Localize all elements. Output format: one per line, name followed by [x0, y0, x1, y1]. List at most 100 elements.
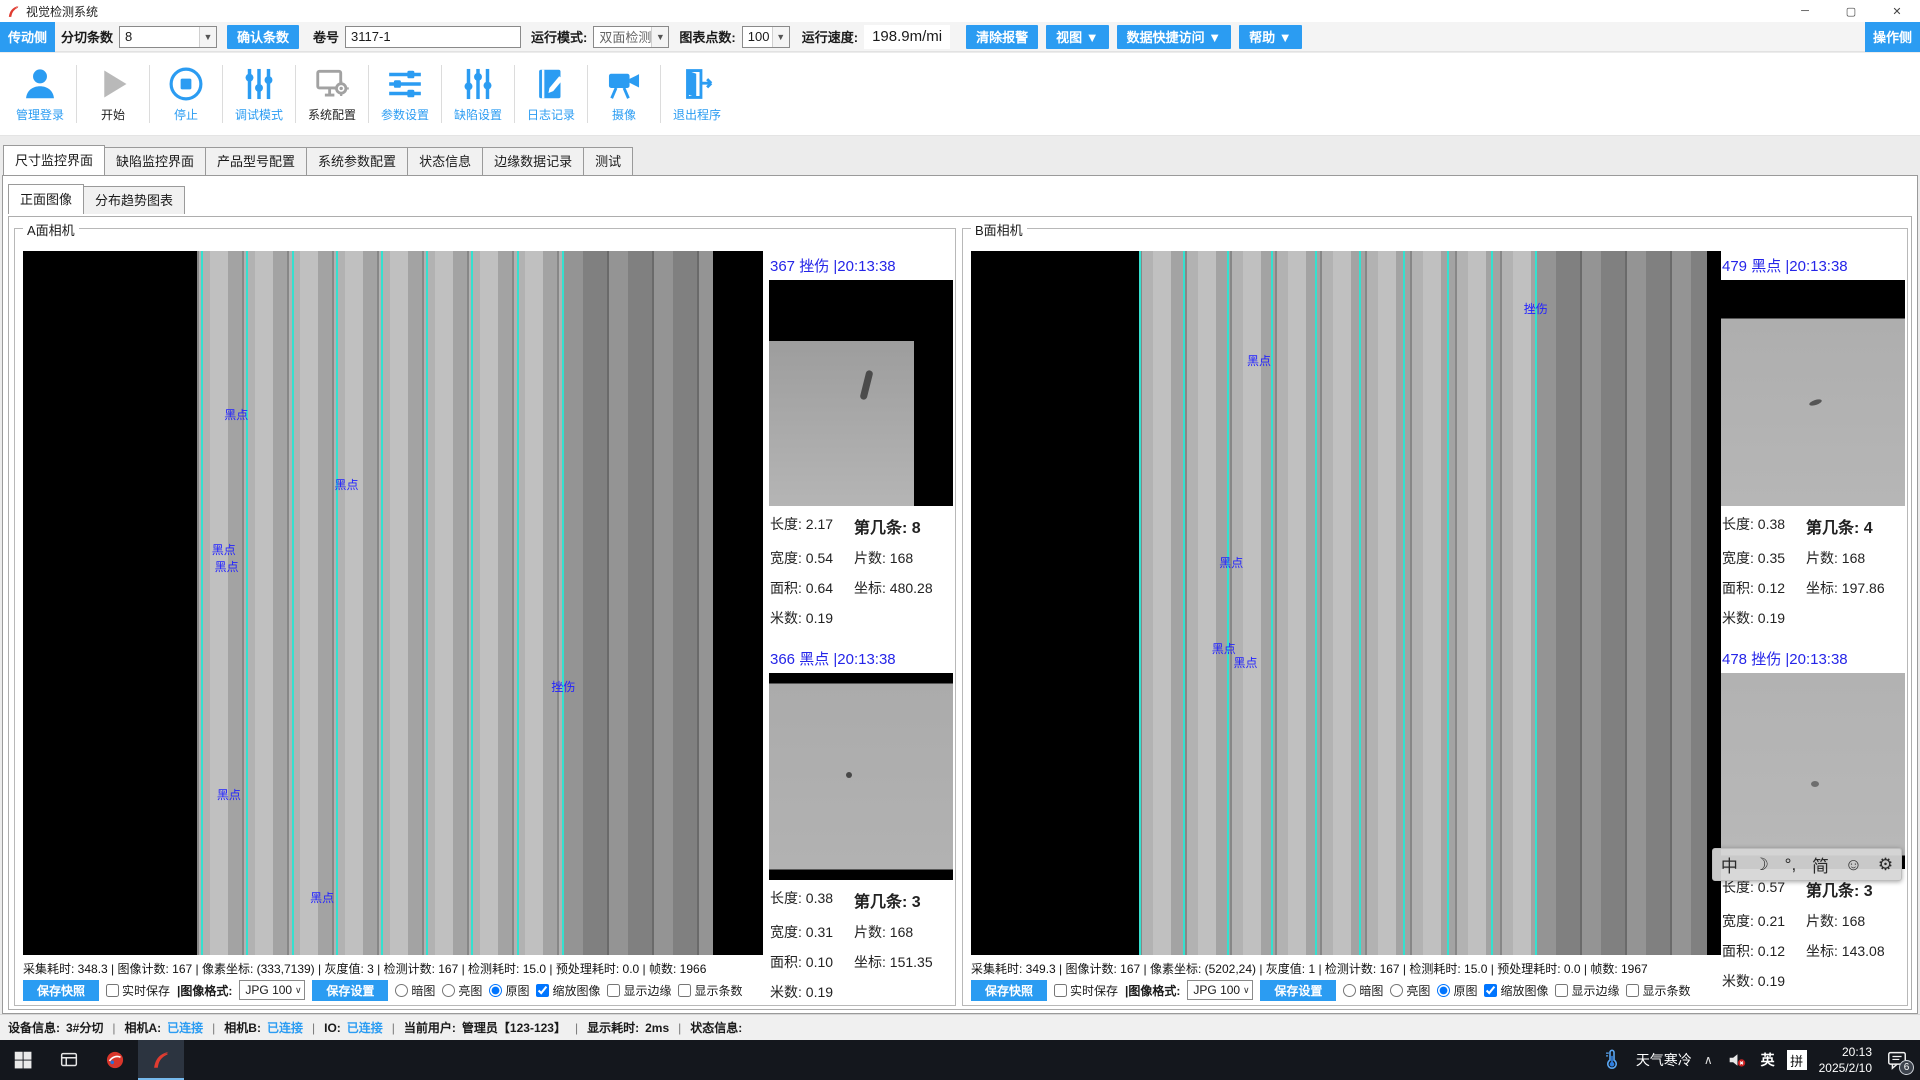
ribbon-button-play[interactable]: 开始: [77, 57, 149, 131]
ribbon-button-log-book[interactable]: 日志记录: [515, 57, 587, 131]
ribbon-button-stop[interactable]: 停止: [150, 57, 222, 131]
radio-暗图[interactable]: 暗图: [395, 982, 435, 999]
drive-side-button[interactable]: 传动侧: [0, 22, 55, 52]
亮图-input[interactable]: [442, 984, 455, 997]
defect-thumbnail-image: [769, 673, 953, 880]
缩放图像-input[interactable]: [536, 984, 549, 997]
view-menu-button[interactable]: 视图 ▼: [1046, 25, 1108, 49]
realtime-save-input[interactable]: [106, 984, 119, 997]
缩放图像-input[interactable]: [1484, 984, 1497, 997]
option-label: 亮图: [458, 982, 482, 999]
ribbon-button-video-camera[interactable]: 摄像: [588, 57, 660, 131]
clear-alarm-button[interactable]: 清除报警: [966, 25, 1038, 49]
checkbox-显示边缘[interactable]: 显示边缘: [1555, 982, 1619, 999]
tab-产品型号配置[interactable]: 产品型号配置: [205, 147, 307, 175]
statusbar-value: 已连接: [347, 1019, 383, 1036]
operate-side-button[interactable]: 操作侧: [1865, 22, 1920, 52]
image-format-select[interactable]: JPG 100∨: [1187, 980, 1253, 1000]
subtab-分布趋势图表[interactable]: 分布趋势图表: [83, 186, 185, 214]
active-app-icon[interactable]: [138, 1040, 184, 1080]
radio-原图[interactable]: 原图: [1437, 982, 1477, 999]
ribbon-button-exit-door[interactable]: 退出程序: [661, 57, 733, 131]
close-button[interactable]: ✕: [1874, 0, 1920, 22]
realtime-save-input[interactable]: [1054, 984, 1067, 997]
显示条数-input[interactable]: [678, 984, 691, 997]
sub-tabbar: 正面图像分布趋势图表: [8, 186, 184, 214]
ime-settings-gear-icon[interactable]: ⚙: [1878, 855, 1893, 875]
roll-number-input[interactable]: 3117-1: [345, 26, 521, 48]
tab-边缘数据记录[interactable]: 边缘数据记录: [482, 147, 584, 175]
显示边缘-input[interactable]: [1555, 984, 1568, 997]
start-button[interactable]: [0, 1040, 46, 1080]
tab-缺陷监控界面[interactable]: 缺陷监控界面: [104, 147, 206, 175]
亮图-input[interactable]: [1390, 984, 1403, 997]
language-indicator[interactable]: 英: [1761, 1050, 1775, 1070]
defect-card[interactable]: 478 挫伤 |20:13:38长度: 0.57第几条: 3宽度: 0.21片数…: [1721, 646, 1905, 995]
save-settings-button[interactable]: 保存设置: [1260, 980, 1336, 1001]
stat-value: 坐标: 143.08: [1806, 941, 1904, 961]
defect-card[interactable]: 367 挫伤 |20:13:38 长度: 2.17第几条: 8宽度: 0.54片…: [769, 253, 953, 632]
checkbox-显示条数[interactable]: 显示条数: [678, 982, 742, 999]
原图-input[interactable]: [1437, 984, 1450, 997]
tab-测试[interactable]: 测试: [583, 147, 633, 175]
image-format-value: JPG 100: [1193, 983, 1240, 997]
checkbox-显示条数[interactable]: 显示条数: [1626, 982, 1690, 999]
ribbon-button-monitor-gear[interactable]: 系统配置: [296, 57, 368, 131]
defect-card[interactable]: 479 黑点 |20:13:38长度: 0.38第几条: 4宽度: 0.35片数…: [1721, 253, 1905, 632]
pinned-app-icon[interactable]: [92, 1040, 138, 1080]
ime-simplified-button[interactable]: 简: [1812, 852, 1829, 877]
task-view-button[interactable]: [46, 1040, 92, 1080]
checkbox-缩放图像[interactable]: 缩放图像: [1484, 982, 1548, 999]
option-label: 显示条数: [1642, 982, 1690, 999]
volume-muted-icon[interactable]: [1725, 1040, 1749, 1080]
tray-expand-chevron[interactable]: ∧: [1704, 1053, 1713, 1067]
ime-halfwidth-button[interactable]: ☽: [1754, 855, 1769, 875]
statusbar-separator: |: [678, 1021, 681, 1035]
checkbox-显示边缘[interactable]: 显示边缘: [607, 982, 671, 999]
confirm-count-button[interactable]: 确认条数: [227, 25, 299, 49]
radio-亮图[interactable]: 亮图: [1390, 982, 1430, 999]
tab-尺寸监控界面[interactable]: 尺寸监控界面: [3, 145, 105, 175]
ime-punctuation-button[interactable]: °,: [1785, 855, 1797, 875]
taskbar-clock[interactable]: 20:13 2025/2/10: [1819, 1044, 1872, 1076]
panel-camera-a: A面相机 黑点黑点黑点黑点挫伤黑点黑点 367 挫伤 |20:13:38 长度:…: [14, 228, 956, 1006]
image-format-select[interactable]: JPG 100∨: [239, 980, 305, 1000]
split-count-select[interactable]: 8 ▼: [119, 26, 217, 48]
save-settings-button[interactable]: 保存设置: [312, 980, 388, 1001]
weather-text[interactable]: 天气寒冷: [1636, 1050, 1692, 1070]
save-snapshot-button[interactable]: 保存快照: [971, 980, 1047, 1001]
realtime-save-checkbox[interactable]: 实时保存: [106, 982, 170, 999]
radio-暗图[interactable]: 暗图: [1343, 982, 1383, 999]
realtime-save-checkbox[interactable]: 实时保存: [1054, 982, 1118, 999]
ime-emoji-button[interactable]: ☺: [1845, 855, 1862, 875]
显示边缘-input[interactable]: [607, 984, 620, 997]
radio-亮图[interactable]: 亮图: [442, 982, 482, 999]
tab-状态信息[interactable]: 状态信息: [407, 147, 483, 175]
radio-原图[interactable]: 原图: [489, 982, 529, 999]
ribbon-button-sliders-h[interactable]: 参数设置: [369, 57, 441, 131]
暗图-input[interactable]: [1343, 984, 1356, 997]
chart-points-select[interactable]: 100 ▼: [742, 26, 790, 48]
暗图-input[interactable]: [395, 984, 408, 997]
subtab-正面图像[interactable]: 正面图像: [8, 184, 84, 214]
checkbox-缩放图像[interactable]: 缩放图像: [536, 982, 600, 999]
strip-boundary-line: [1227, 251, 1229, 955]
ime-indicator[interactable]: 拼: [1787, 1050, 1807, 1070]
ribbon-button-sliders-v[interactable]: 调试模式: [223, 57, 295, 131]
notification-center-button[interactable]: 6: [1884, 1048, 1910, 1072]
原图-input[interactable]: [489, 984, 502, 997]
ime-lang-button[interactable]: 中: [1721, 852, 1738, 877]
maximize-button[interactable]: ▢: [1828, 0, 1874, 22]
显示条数-input[interactable]: [1626, 984, 1639, 997]
help-menu-button[interactable]: 帮助 ▼: [1239, 25, 1301, 49]
minimize-button[interactable]: ─: [1782, 0, 1828, 22]
data-quick-access-menu-button[interactable]: 数据快捷访问 ▼: [1117, 25, 1231, 49]
save-snapshot-button[interactable]: 保存快照: [23, 980, 99, 1001]
camera-a-image[interactable]: 黑点黑点黑点黑点挫伤黑点黑点: [23, 251, 763, 955]
tab-系统参数配置[interactable]: 系统参数配置: [306, 147, 408, 175]
camera-b-image[interactable]: 挫伤黑点黑点黑点黑点: [971, 251, 1721, 955]
run-mode-select[interactable]: 双面检测 ▼: [593, 26, 669, 48]
ribbon-button-user[interactable]: 管理登录: [4, 57, 76, 131]
defect-card[interactable]: 366 黑点 |20:13:38长度: 0.38第几条: 3宽度: 0.31片数…: [769, 646, 953, 1006]
ribbon-button-sliders-v2[interactable]: 缺陷设置: [442, 57, 514, 131]
